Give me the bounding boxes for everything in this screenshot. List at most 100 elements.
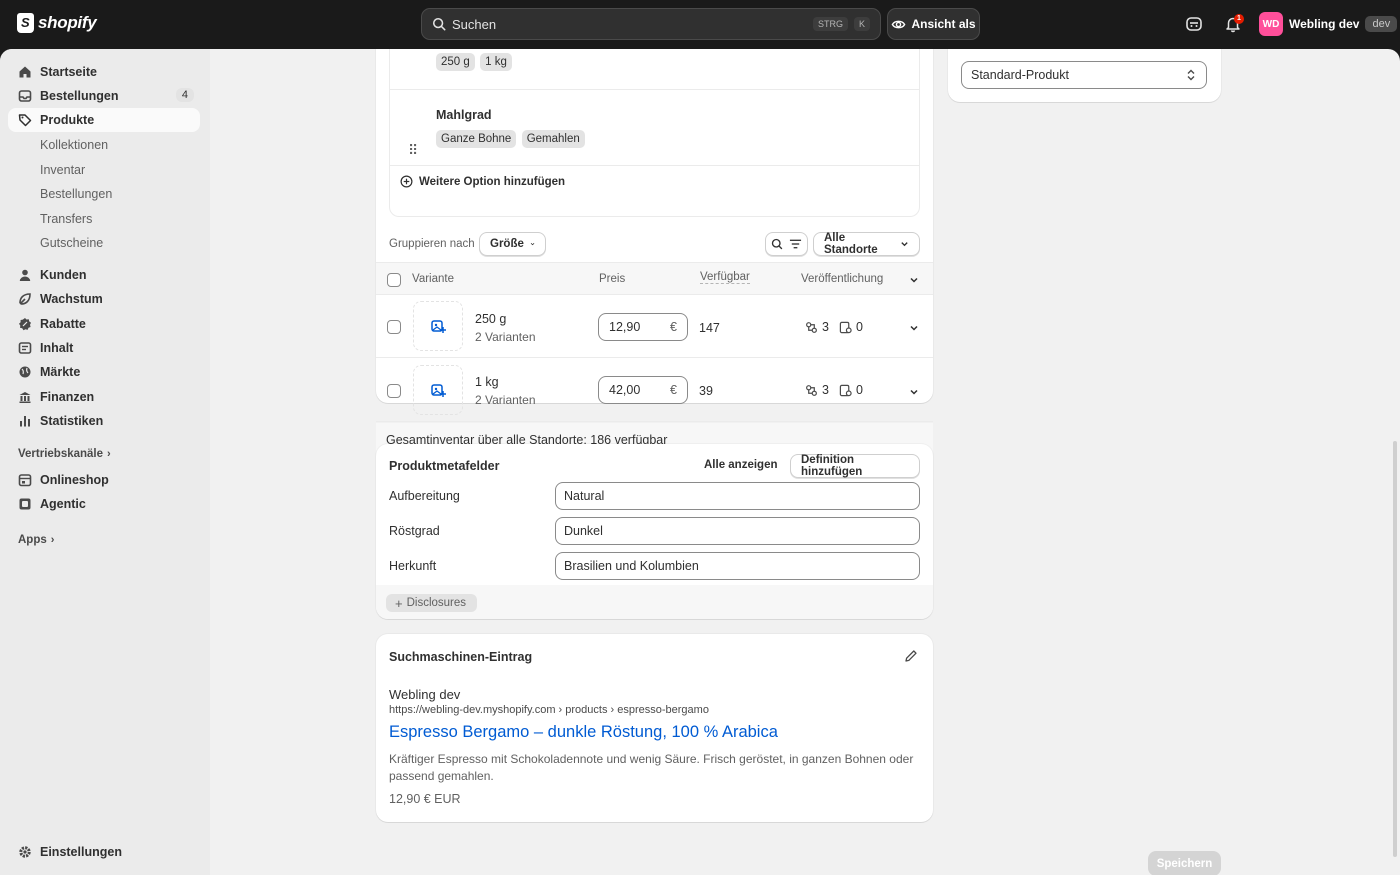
eye-icon [892, 20, 906, 28]
variant-count: 2 Varianten [475, 393, 536, 407]
bank-icon [18, 390, 32, 404]
show-all-link[interactable]: Alle anzeigen [704, 459, 778, 471]
option-value-tag: Ganze Bohne [436, 130, 517, 148]
locations-select[interactable]: Alle Standorte [813, 232, 920, 256]
main-frame: Startseite Bestellungen 4 Produkte Kolle… [0, 49, 1400, 875]
price-input[interactable]: 42,00 € [598, 376, 688, 404]
sidebar-item-discounts[interactable]: Rabatte [8, 312, 200, 336]
search-placeholder: Suchen [452, 16, 497, 32]
sidebar-sub-gift-cards[interactable]: Gutscheine [40, 236, 103, 250]
view-as-button[interactable]: Ansicht als [887, 8, 980, 40]
available-qty: 147 [699, 321, 720, 335]
seo-price: 12,90 € EUR [389, 792, 461, 806]
chevron-down-icon[interactable] [909, 275, 919, 285]
sales-channels-header[interactable]: Vertriebskanäle › [18, 448, 111, 460]
apps-header[interactable]: Apps › [18, 534, 54, 546]
seo-description: Kräftiger Espresso mit Schokoladennote u… [389, 752, 914, 783]
grind-values: Ganze Bohne Gemahlen [436, 130, 587, 148]
seo-url: https://webling-dev.myshopify.com › prod… [389, 704, 709, 716]
sidebar-item-markets[interactable]: Märkte [8, 360, 200, 384]
template-select[interactable]: Standard-Produkt [961, 61, 1207, 89]
inbox-icon [18, 89, 32, 103]
metafield-label: Herkunft [389, 559, 437, 573]
variants-table-header: Variante Preis Verfügbar Veröffentlichun… [376, 262, 933, 295]
image-add-icon [431, 320, 446, 333]
sidebar-sub-transfers[interactable]: Transfers [40, 212, 92, 226]
filter-icon [789, 239, 802, 249]
shortcut-key-k: K [853, 17, 870, 31]
column-price: Preis [599, 273, 626, 285]
chevron-down-icon [530, 242, 535, 246]
chart-icon [18, 414, 32, 428]
group-by-label: Gruppieren nach [389, 238, 475, 250]
add-image-button[interactable] [413, 301, 463, 351]
option-value-tag: 1 kg [480, 53, 512, 71]
product-organization-card: Standard-Produkt [948, 49, 1221, 102]
seo-title: Suchmaschinen-Eintrag [389, 650, 533, 664]
sidebar-item-online-store[interactable]: Onlineshop [8, 468, 200, 492]
sidebar-sub-purchase-orders[interactable]: Bestellungen [40, 187, 112, 201]
table-row[interactable]: 1 kg 2 Varianten 42,00 € 39 3 0 [376, 359, 933, 422]
seo-card: Suchmaschinen-Eintrag Webling dev https:… [376, 634, 933, 822]
drag-handle-icon[interactable]: ⠿ [408, 142, 418, 159]
sidebar-item-growth[interactable]: Wachstum [8, 287, 200, 311]
row-checkbox[interactable] [387, 320, 401, 334]
image-add-icon [431, 384, 446, 397]
add-definition-button[interactable]: Definition hinzufügen [790, 454, 920, 478]
add-image-button[interactable] [413, 365, 463, 415]
add-option-button[interactable]: Weitere Option hinzufügen [400, 175, 565, 188]
dev-badge: dev [1365, 16, 1398, 32]
metafield-label: Aufbereitung [389, 489, 460, 503]
scrollbar-thumb[interactable] [1393, 441, 1397, 857]
plus-circle-icon [400, 175, 413, 188]
metafields-title: Produktmetafelder [389, 459, 500, 473]
price-input[interactable]: 12,90 € [598, 313, 688, 341]
plus-icon: + [395, 595, 403, 611]
sidebar-item-products[interactable]: Produkte [8, 108, 200, 132]
select-all-checkbox[interactable] [387, 273, 401, 287]
sidebar-item-settings[interactable]: Einstellungen [8, 840, 200, 864]
sidebar-item-finance[interactable]: Finanzen [8, 385, 200, 409]
seo-page-title[interactable]: Espresso Bergamo – dunkle Röstung, 100 %… [389, 723, 778, 742]
growth-icon [18, 292, 32, 306]
sidekick-icon[interactable] [1185, 15, 1203, 33]
group-by-select[interactable]: Größe [479, 232, 546, 256]
save-button[interactable]: Speichern [1148, 851, 1221, 875]
sidebar-item-home[interactable]: Startseite [8, 60, 200, 84]
sidebar-sub-inventory[interactable]: Inventar [40, 163, 85, 177]
row-checkbox[interactable] [387, 384, 401, 398]
expand-row-chevron-icon[interactable] [909, 387, 919, 397]
sidebar-item-customers[interactable]: Kunden [8, 263, 200, 287]
search-filter-button[interactable] [765, 232, 808, 256]
shortcut-key-ctrl: STRG [812, 17, 848, 31]
metafield-input[interactable]: Dunkel [555, 517, 920, 545]
metafield-label: Röstgrad [389, 524, 440, 538]
options-box: 250 g 1 kg ⠿ Mahlgrad Ganze Bohne Gemahl… [389, 49, 920, 217]
search-input[interactable]: Suchen STRG K [421, 8, 881, 40]
table-row[interactable]: 250 g 2 Varianten 12,90 € 147 3 0 [376, 295, 933, 358]
store-menu[interactable]: WD Webling dev dev [1259, 12, 1398, 36]
sidebar-item-analytics[interactable]: Statistiken [8, 409, 200, 433]
option-name-grind[interactable]: Mahlgrad [436, 108, 492, 122]
expand-row-chevron-icon[interactable] [909, 323, 919, 333]
metafield-input[interactable]: Brasilien und Kolumbien [555, 552, 920, 580]
variant-name[interactable]: 1 kg [475, 375, 499, 389]
store-name: Webling dev [1289, 17, 1360, 31]
sidebar-item-agentic[interactable]: Agentic [8, 492, 200, 516]
shopify-logo[interactable]: shopify [17, 13, 97, 33]
sidebar-item-content[interactable]: Inhalt [8, 336, 200, 360]
metafield-input[interactable]: Natural [555, 482, 920, 510]
sidebar-item-orders[interactable]: Bestellungen 4 [8, 84, 200, 108]
sidebar-sub-collections[interactable]: Kollektionen [40, 138, 108, 152]
agentic-icon [18, 497, 32, 511]
variant-name[interactable]: 250 g [475, 312, 506, 326]
unpublished-icon [839, 321, 852, 333]
shopify-bag-icon [17, 13, 34, 33]
option-value-tag: Gemahlen [521, 130, 585, 148]
chevron-right-icon: › [107, 448, 111, 460]
discount-icon [18, 317, 32, 331]
edit-pencil-icon[interactable] [904, 649, 918, 663]
search-icon [771, 238, 783, 250]
column-available[interactable]: Verfügbar [700, 271, 750, 284]
disclosures-button[interactable]: + Disclosures [386, 594, 478, 612]
